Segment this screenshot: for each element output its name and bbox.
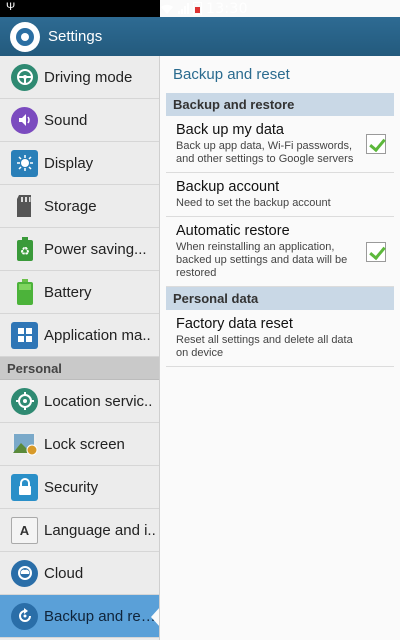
status-time: 13:30 [206,0,248,17]
back-up-my-data-checkbox[interactable] [366,134,386,154]
sidebar-item-label: Location servic.. [44,392,153,410]
automatic-restore-checkbox[interactable] [366,241,386,262]
sidebar-item-label: Lock screen [44,435,125,453]
sidebar-section-header: Personal [0,357,159,380]
sidebar-item-application-manager[interactable]: Application ma.. [0,314,159,357]
settings-sidebar: Driving mode Sound Display Storage ♻ Pow… [0,56,160,640]
signal-icon [178,3,189,14]
setting-summary: Back up app data, Wi-Fi passwords, and o… [176,140,354,165]
usb-icon: Ψ [6,1,16,13]
setting-summary: Reset all settings and delete all data o… [176,334,353,359]
setting-summary: When reinstalling an application, backed… [176,241,348,279]
sidebar-item-label: Display [44,154,94,172]
sidebar-item-label: Cloud [44,564,84,582]
selection-indicator [151,607,159,627]
sidebar-item-display[interactable]: Display [0,142,159,185]
sidebar-item-sound[interactable]: Sound [0,99,159,142]
sidebar-item-battery[interactable]: Battery [0,271,159,314]
svg-text:♻: ♻ [20,245,30,258]
setting-title: Factory data reset [176,316,293,332]
sd-card-icon [11,193,38,220]
sidebar-item-lock-screen[interactable]: Lock screen [0,423,159,466]
sidebar-item-security[interactable]: Security [0,466,159,509]
padlock-icon [11,473,38,501]
steering-wheel-icon [11,63,38,91]
sidebar-item-label: Battery [44,283,92,301]
brightness-icon [11,149,38,177]
sidebar-item-cloud[interactable]: Cloud [0,552,159,595]
setting-title: Back up my data [176,122,284,138]
setting-automatic-restore[interactable]: Automatic restore When reinstalling an a… [166,217,394,287]
sidebar-item-backup-and-reset[interactable]: Backup and res.. [0,595,159,638]
setting-back-up-my-data[interactable]: Back up my data Back up app data, Wi-Fi … [166,116,394,173]
section-header-backup: Backup and restore [166,93,394,116]
sidebar-item-label: Language and i.. [44,521,156,539]
setting-backup-account[interactable]: Backup account Need to set the backup ac… [166,173,394,217]
sidebar-item-label: Application ma.. [44,326,151,344]
sidebar-item-label: Storage [44,197,97,215]
detail-pane: Backup and reset Backup and restore Back… [160,56,400,640]
settings-gear-icon[interactable] [10,21,40,52]
battery-status-icon [193,2,202,15]
setting-factory-data-reset[interactable]: Factory data reset Reset all settings an… [166,310,394,367]
app-title: Settings [48,28,103,45]
sidebar-item-label: Driving mode [44,68,133,86]
cloud-icon [11,559,38,587]
backup-restore-icon [11,602,38,630]
sidebar-item-driving-mode[interactable]: Driving mode [0,56,159,99]
battery-icon [11,279,38,306]
action-bar: Settings [0,17,400,56]
status-bar: Ψ 13:30 [0,0,400,17]
sidebar-item-label: Backup and res.. [44,607,156,625]
sidebar-item-storage[interactable]: Storage [0,185,159,228]
section-header-personal-data: Personal data [166,287,394,310]
lock-screen-icon [11,431,38,458]
speaker-icon [11,106,38,134]
page-title: Backup and reset [173,66,290,83]
keyboard-letter-icon: A [11,516,38,544]
sidebar-item-language-and-input[interactable]: A Language and i.. [0,509,159,552]
setting-title: Automatic restore [176,223,290,239]
apps-grid-icon [11,321,38,349]
sidebar-item-power-saving[interactable]: ♻ Power saving... [0,228,159,271]
sidebar-item-label: Sound [44,111,88,129]
sidebar-item-label: Power saving... [44,240,147,258]
location-target-icon [11,387,38,415]
sidebar-item-location-services[interactable]: Location servic.. [0,380,159,423]
wifi-icon [161,4,173,14]
setting-summary: Need to set the backup account [176,197,331,209]
sidebar-item-label: Security [44,478,99,496]
setting-title: Backup account [176,179,280,195]
recycle-battery-icon: ♻ [11,236,38,263]
